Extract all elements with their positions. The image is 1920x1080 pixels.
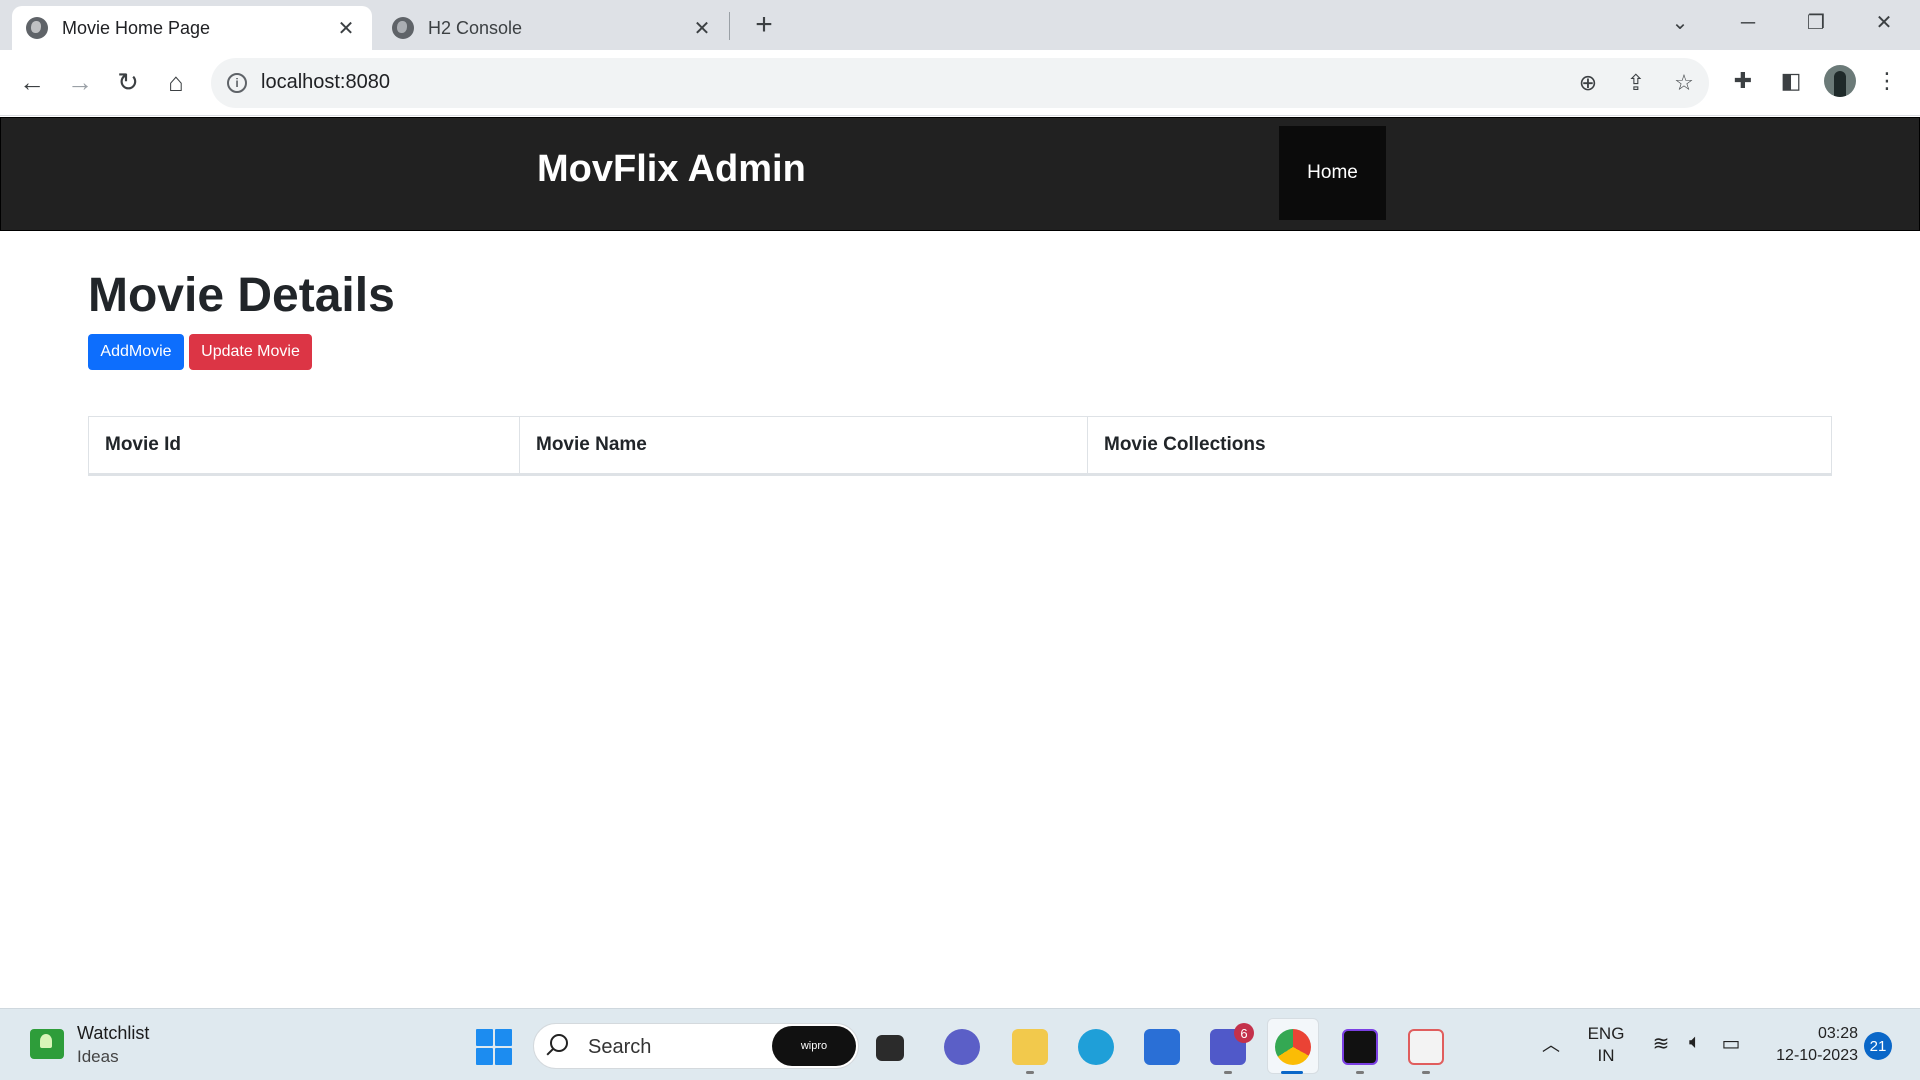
browser-toolbar: ← → ↻ ⌂ i localhost:8080 ⊕ ⇪ ☆ (0, 50, 1920, 116)
os-taskbar: Watchlist Ideas Search wipro 6 ︿ ENG IN … (0, 1008, 1920, 1080)
tab-h2-console[interactable]: H2 Console ✕ (378, 6, 728, 50)
wipro-logo: wipro (772, 1026, 856, 1066)
widget-subtitle[interactable]: Ideas (77, 1047, 119, 1067)
microsoft-store-icon[interactable] (1144, 1029, 1180, 1065)
show-hidden-icons-chevron-icon[interactable]: ︿ (1542, 1031, 1560, 1057)
tab-divider (729, 12, 730, 40)
close-tab-icon[interactable]: ✕ (334, 16, 358, 41)
add-movie-button[interactable]: AddMovie (88, 334, 184, 370)
menu-kebab-icon[interactable]: ⋮ (1872, 66, 1902, 96)
teams-notification-badge: 6 (1234, 1023, 1254, 1043)
globe-icon (392, 17, 414, 39)
nav-link-home[interactable]: Home (1279, 126, 1386, 220)
battery-icon[interactable]: ▭ (1718, 1031, 1744, 1056)
update-movie-button[interactable]: Update Movie (189, 334, 312, 370)
movie-table: Movie Id Movie Name Movie Collections (88, 416, 1832, 476)
new-tab-button[interactable]: + (748, 10, 780, 42)
tab-movie-home-page[interactable]: Movie Home Page ✕ (12, 6, 372, 50)
volume-icon[interactable]: 🔈︎ (1682, 1031, 1708, 1054)
widget-title[interactable]: Watchlist (77, 1023, 149, 1044)
tab-search-chevron-icon[interactable]: ⌄ (1660, 8, 1700, 38)
site-info-icon[interactable]: i (227, 73, 247, 93)
extensions-icon[interactable]: ✚ (1728, 66, 1758, 96)
column-header-movie-collections: Movie Collections (1087, 416, 1832, 476)
zoom-icon[interactable]: ⊕ (1575, 70, 1601, 96)
bookmark-star-icon[interactable]: ☆ (1671, 70, 1697, 96)
close-window-button[interactable]: ✕ (1864, 8, 1904, 38)
minimize-button[interactable]: ─ (1728, 8, 1768, 38)
app-running-indicator (1356, 1071, 1364, 1074)
language-indicator[interactable]: ENG IN (1584, 1023, 1628, 1067)
wifi-icon[interactable]: ≋ (1648, 1031, 1674, 1056)
taskbar-search[interactable]: Search wipro (533, 1023, 859, 1069)
region-code: IN (1597, 1046, 1615, 1065)
app-active-indicator (1281, 1071, 1303, 1074)
file-explorer-icon[interactable] (1012, 1029, 1048, 1065)
app-running-indicator (1224, 1071, 1232, 1074)
chrome-icon[interactable] (1275, 1029, 1311, 1065)
site-navbar: MovFlix Admin Home (0, 117, 1920, 231)
reload-icon[interactable]: ↻ (110, 64, 146, 100)
browser-tab-bar: Movie Home Page ✕ H2 Console ✕ + ⌄ ─ ❐ ✕ (0, 0, 1920, 50)
tab-title: Movie Home Page (62, 17, 211, 38)
table-header-row: Movie Id Movie Name Movie Collections (88, 416, 1832, 476)
profile-avatar[interactable] (1824, 65, 1856, 97)
column-header-movie-name: Movie Name (519, 416, 1088, 476)
windows-start-icon[interactable] (476, 1029, 512, 1065)
search-label: Search (588, 1036, 652, 1058)
address-bar[interactable]: i localhost:8080 ⊕ ⇪ ☆ (211, 58, 1709, 108)
forward-arrow-icon[interactable]: → (62, 64, 98, 100)
url-text[interactable]: localhost:8080 (261, 71, 390, 94)
app-running-indicator (1422, 1071, 1430, 1074)
clock-time: 03:28 (1817, 1025, 1858, 1042)
snipping-tool-icon[interactable] (1408, 1029, 1444, 1065)
watchlist-widget-icon[interactable] (30, 1029, 64, 1059)
task-view-icon[interactable] (876, 1035, 904, 1061)
search-icon (550, 1034, 568, 1052)
tab-title: H2 Console (428, 17, 523, 38)
app-running-indicator (1026, 1071, 1034, 1074)
clock-date: 12-10-2023 (1776, 1047, 1858, 1064)
notification-count-badge[interactable]: 21 (1864, 1032, 1892, 1060)
page-title: Movie Details (88, 269, 395, 322)
restore-button[interactable]: ❐ (1796, 8, 1836, 38)
chat-icon[interactable] (944, 1029, 980, 1065)
language-code: ENG (1587, 1024, 1625, 1043)
column-header-movie-id: Movie Id (88, 416, 520, 476)
close-tab-icon[interactable]: ✕ (690, 16, 714, 41)
globe-icon (26, 17, 48, 39)
edge-browser-icon[interactable] (1078, 1029, 1114, 1065)
navbar-brand[interactable]: MovFlix Admin (537, 148, 806, 191)
intellij-idea-icon[interactable] (1342, 1029, 1378, 1065)
side-panel-icon[interactable]: ◧ (1776, 66, 1806, 96)
system-clock[interactable]: 03:28 12-10-2023 (1762, 1023, 1858, 1067)
share-icon[interactable]: ⇪ (1623, 70, 1649, 96)
home-icon[interactable]: ⌂ (158, 64, 194, 100)
back-arrow-icon[interactable]: ← (14, 64, 50, 100)
